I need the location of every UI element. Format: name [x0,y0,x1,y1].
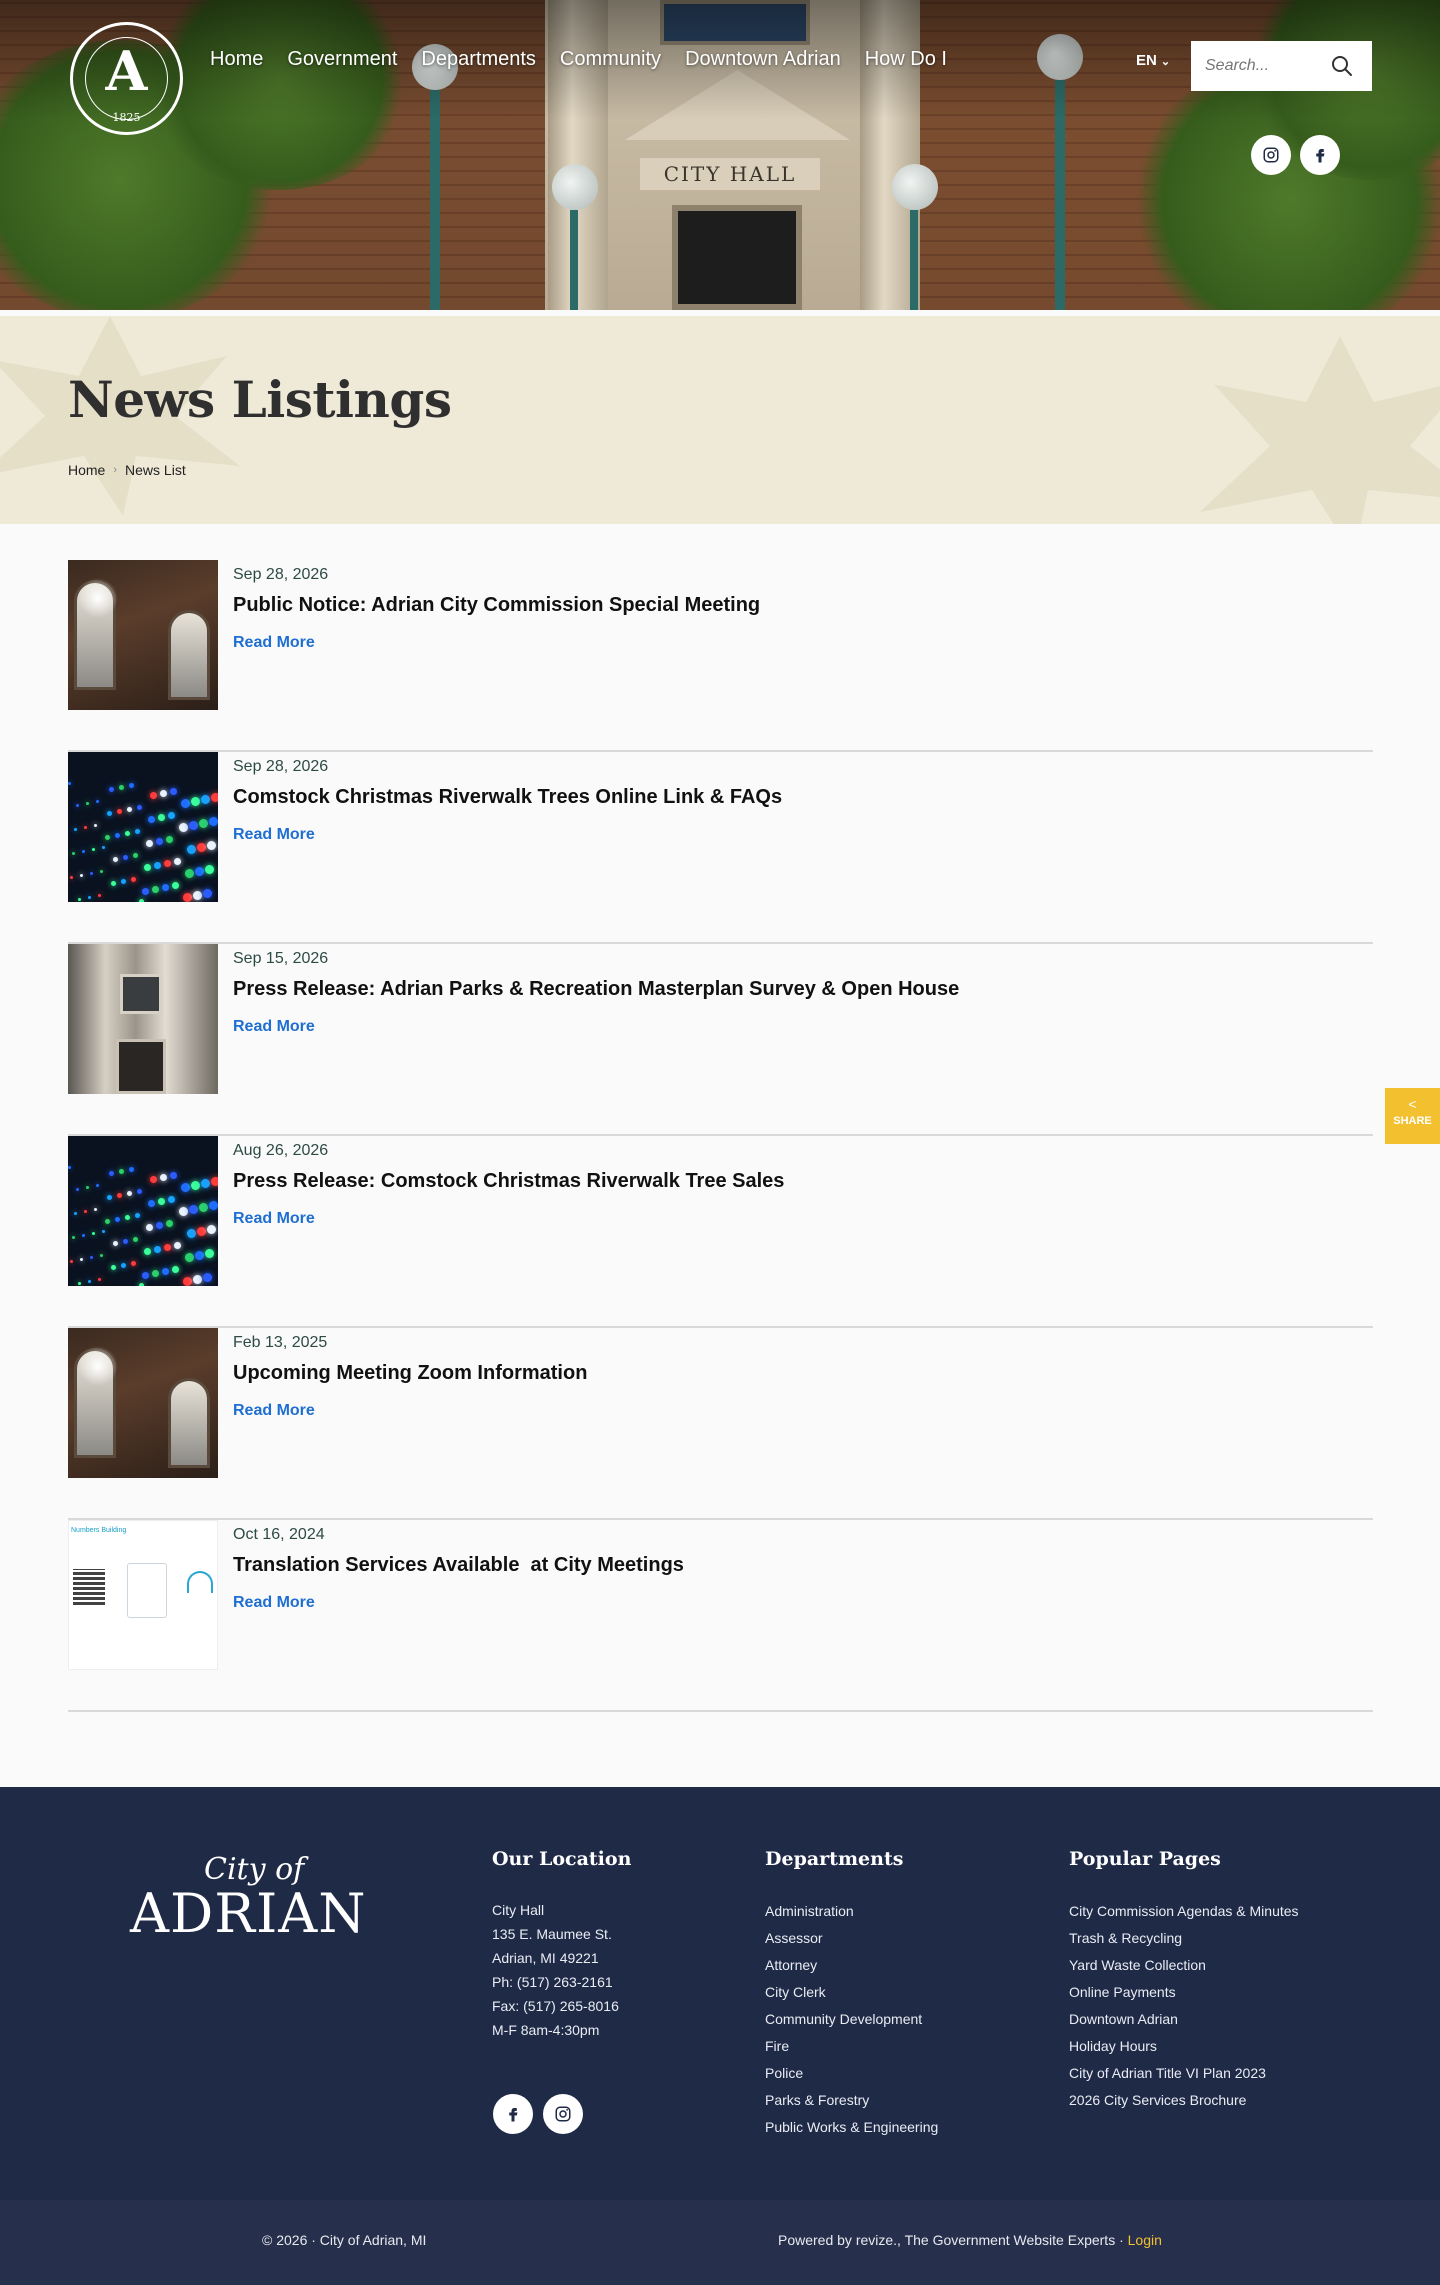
share-label: SHARE [1393,1115,1432,1127]
footer-location-heading: Our Location [492,1848,632,1870]
chevron-down-icon: ⌄ [1160,56,1171,68]
news-title-link[interactable]: Comstock Christmas Riverwalk Trees Onlin… [233,786,782,809]
news-thumbnail[interactable] [68,1328,218,1478]
footer-link[interactable]: Parks & Forestry [765,2087,938,2114]
nav-community[interactable]: Community [560,48,661,71]
location-line: 135 E. Maumee St. [492,1926,612,1942]
news-date: Aug 26, 2026 [233,1142,329,1159]
chevron-right-icon: › [113,464,118,476]
footer-logo[interactable]: City of ADRIAN [130,1852,380,1942]
news-item: Sep 28, 2026 Public Notice: Adrian City C… [68,560,1373,752]
news-title-link[interactable]: Translation Services Available at City M… [233,1554,684,1577]
footer-link[interactable]: 2026 City Services Brochure [1069,2087,1299,2114]
footer-logo-bottom: ADRIAN [130,1882,367,1945]
city-hall-sign: CITY HALL [640,158,820,190]
location-line: Adrian, MI 49221 [492,1950,599,1966]
footer-link[interactable]: Trash & Recycling [1069,1925,1299,1952]
news-date: Oct 16, 2024 [233,1526,325,1543]
facebook-icon[interactable] [1300,135,1340,175]
footer-link[interactable]: Administration [765,1898,938,1925]
read-more-link[interactable]: Read More [233,1402,315,1420]
footer-link[interactable]: Fire [765,2033,938,2060]
powered-by: Powered by revize., The Government Websi… [778,2232,1162,2248]
news-date: Sep 15, 2026 [233,950,329,967]
news-title-link[interactable]: Public Notice: Adrian City Commission Sp… [233,594,760,617]
footer-link[interactable]: Downtown Adrian [1069,2006,1299,2033]
news-date: Sep 28, 2026 [233,566,329,583]
facebook-icon[interactable] [493,2094,533,2134]
nav-how-do-i[interactable]: How Do I [865,48,947,71]
news-thumbnail[interactable] [68,752,218,902]
footer-popular-list: City Commission Agendas & Minutes Trash … [1069,1898,1299,2114]
footer-location-list: City Hall 135 E. Maumee St. Adrian, MI 4… [492,1898,619,2042]
search-icon[interactable] [1330,54,1354,78]
login-link[interactable]: Login [1128,2232,1162,2248]
location-line: City Hall [492,1902,545,1918]
page-title: News Listings [68,370,452,429]
location-line: Fax: (517) 265-8016 [492,1998,619,2014]
news-date: Sep 28, 2026 [233,758,329,775]
footer-link[interactable]: Yard Waste Collection [1069,1952,1299,1979]
breadcrumb-current: News List [125,462,186,478]
seal-letter: A [105,39,148,103]
footer-link[interactable]: Attorney [765,1952,938,1979]
footer-departments-heading: Departments [765,1848,904,1870]
footer-link[interactable]: Assessor [765,1925,938,1952]
news-item: Numbers Building Oct 16, 2024 Translation … [68,1520,1373,1712]
news-thumbnail[interactable] [68,560,218,710]
read-more-link[interactable]: Read More [233,1210,315,1228]
news-thumbnail[interactable] [68,944,218,1094]
breadcrumb-home[interactable]: Home [68,462,105,478]
nav-home[interactable]: Home [210,48,263,71]
footer-link[interactable]: Community Development [765,2006,938,2033]
location-line: M-F 8am-4:30pm [492,2022,600,2038]
news-date: Feb 13, 2025 [233,1334,328,1351]
share-button[interactable]: < SHARE [1385,1088,1440,1144]
news-title-link[interactable]: Upcoming Meeting Zoom Information [233,1362,587,1385]
footer-link[interactable]: Online Payments [1069,1979,1299,2006]
location-line: Ph: (517) 263-2161 [492,1974,613,1990]
breadcrumb: Home › News List [68,462,186,478]
news-title-link[interactable]: Press Release: Comstock Christmas Riverw… [233,1170,784,1193]
news-item: Feb 13, 2025 Upcoming Meeting Zoom Inform… [68,1328,1373,1520]
footer-link[interactable]: City Commission Agendas & Minutes [1069,1898,1299,1925]
language-label: EN [1136,52,1157,69]
share-icon: < [1408,1096,1417,1112]
news-item: Aug 26, 2026 Press Release: Comstock Chri… [68,1136,1373,1328]
footer-link[interactable]: City Clerk [765,1979,938,2006]
footer-bottom-bar [0,2200,1440,2285]
search-box [1191,41,1372,91]
read-more-link[interactable]: Read More [233,1018,315,1036]
news-title-link[interactable]: Press Release: Adrian Parks & Recreation… [233,978,959,1001]
instagram-icon[interactable] [543,2094,583,2134]
city-seal-logo[interactable]: A 1825 [70,22,183,135]
news-thumbnail[interactable] [68,1136,218,1286]
footer-link[interactable]: Public Works & Engineering [765,2114,938,2141]
footer-departments-list: Administration Assessor Attorney City Cl… [765,1898,938,2141]
footer-popular-heading: Popular Pages [1069,1848,1221,1870]
footer-link[interactable]: Police [765,2060,938,2087]
search-input[interactable] [1191,41,1321,91]
footer-link[interactable]: City of Adrian Title VI Plan 2023 [1069,2060,1299,2087]
seal-year: 1825 [112,111,141,124]
instagram-icon[interactable] [1251,135,1291,175]
language-selector[interactable]: EN ⌄ [1136,52,1170,69]
read-more-link[interactable]: Read More [233,634,315,652]
news-thumbnail[interactable]: Numbers Building [68,1520,218,1670]
read-more-link[interactable]: Read More [233,826,315,844]
news-item: Sep 28, 2026 Comstock Christmas Riverwalk… [68,752,1373,944]
nav-government[interactable]: Government [287,48,397,71]
copyright: © 2026 · City of Adrian, MI [262,2232,427,2248]
news-item: Sep 15, 2026 Press Release: Adrian Parks … [68,944,1373,1136]
nav-downtown-adrian[interactable]: Downtown Adrian [685,48,841,71]
nav-departments[interactable]: Departments [421,48,536,71]
read-more-link[interactable]: Read More [233,1594,315,1612]
main-nav: Home Government Departments Community Do… [210,48,947,71]
footer-link[interactable]: Holiday Hours [1069,2033,1299,2060]
powered-by-text: Powered by revize., The Government Websi… [778,2232,1128,2248]
